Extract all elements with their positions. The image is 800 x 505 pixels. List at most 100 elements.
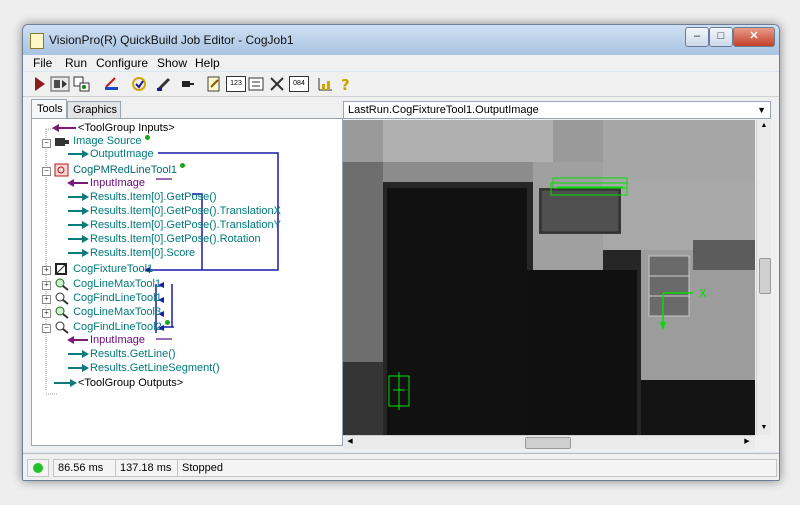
tree-item-get-line-segment[interactable]: Results.GetLineSegment()	[66, 362, 220, 374]
overlay-x-label: X	[699, 287, 707, 300]
tool-tree[interactable]: <ToolGroup Inputs> − Image Source Output…	[31, 118, 343, 446]
status-dot	[180, 163, 186, 168]
tree-item-line-max-1[interactable]: CogLineMaxTool1	[54, 277, 161, 291]
run-continuous-icon[interactable]	[50, 75, 70, 93]
tool-display-icon[interactable]	[73, 75, 91, 93]
expand-icon[interactable]: +	[42, 266, 51, 275]
tree-item-pm-tool[interactable]: CogPMRedLineTool1	[54, 163, 186, 177]
run-once-icon[interactable]	[31, 75, 49, 93]
pm-tool-icon	[54, 163, 69, 177]
expand-icon[interactable]: +	[42, 281, 51, 290]
scroll-up-icon[interactable]: ▲	[758, 120, 770, 132]
tree-label-fixture-tool: CogFixtureTool1	[73, 262, 154, 275]
vertical-scroll-thumb[interactable]	[759, 258, 771, 294]
output-arrow-icon	[68, 221, 89, 230]
output-arrow-icon	[68, 235, 89, 244]
tree-label-pm-tool: CogPMRedLineTool1	[73, 163, 178, 176]
tab-graphics[interactable]: Graphics	[67, 101, 121, 118]
expand-icon[interactable]: +	[42, 295, 51, 304]
edit-icon[interactable]	[155, 75, 173, 93]
inspection-image: X	[343, 120, 755, 435]
tree-item-input-image[interactable]: InputImage	[66, 177, 145, 189]
tree-label-input-image: InputImage	[90, 177, 146, 189]
menu-show[interactable]: Show	[157, 56, 187, 70]
tree-item-find-line-2[interactable]: CogFindLineTool2	[54, 320, 170, 334]
comment-icon[interactable]	[179, 75, 197, 93]
svg-text:?: ?	[341, 76, 350, 93]
edit-text-icon[interactable]	[205, 75, 223, 93]
tree-label-outputs: <ToolGroup Outputs>	[78, 377, 184, 389]
maximize-button[interactable]: □	[709, 27, 733, 47]
numeric-084-icon[interactable]: 084	[289, 76, 309, 92]
tree-label-get-line: Results.GetLine()	[90, 348, 176, 360]
input-arrow-icon	[67, 336, 88, 345]
tree-item-output-image[interactable]: OutputImage	[66, 148, 154, 160]
vertical-scrollbar[interactable]: ▲ ▼	[756, 120, 771, 435]
tree-item-find-line-1[interactable]: CogFindLineTool1	[54, 291, 162, 305]
status-indicator-icon	[33, 463, 43, 473]
number-123-icon[interactable]: 123	[226, 76, 246, 92]
image-select[interactable]: LastRun.CogFixtureTool1.OutputImage ▼	[343, 101, 771, 119]
menu-run[interactable]: Run	[65, 56, 87, 70]
scroll-left-icon[interactable]: ◀	[344, 436, 356, 448]
tree-item-fixture-tool[interactable]: CogFixtureTool1	[54, 262, 153, 276]
tree-label-translation-y: Results.Item[0].GetPose().TranslationY	[90, 219, 281, 231]
menu-file[interactable]: File	[33, 56, 52, 70]
menu-bar: File Run Configure Show Help	[23, 55, 779, 71]
tree-item-line-max-3[interactable]: CogLineMaxTool3	[54, 305, 161, 319]
line-max-icon	[55, 306, 69, 319]
collapse-icon[interactable]: −	[42, 139, 51, 148]
image-display[interactable]: X	[343, 120, 755, 435]
tree-label-line-max-1: CogLineMaxTool1	[73, 277, 162, 290]
tree-label-get-pose: Results.Item[0].GetPose()	[90, 191, 217, 203]
tree-item-image-source[interactable]: Image Source	[54, 135, 150, 147]
tree-item-translation-y[interactable]: Results.Item[0].GetPose().TranslationY	[66, 219, 281, 231]
tools-icon[interactable]	[268, 75, 286, 93]
output-arrow-icon	[54, 379, 77, 388]
tree-item-toolgroup-outputs[interactable]: <ToolGroup Outputs>	[52, 377, 183, 389]
tree-label-score: Results.Item[0].Score	[90, 247, 196, 259]
help-icon[interactable]: ?	[337, 75, 355, 93]
reset-icon[interactable]	[103, 75, 121, 93]
tree-label-image-source: Image Source	[73, 135, 142, 147]
screenshot-frame: VisionPro(R) QuickBuild Job Editor - Cog…	[0, 0, 800, 505]
camera-icon	[55, 138, 69, 147]
collapse-icon[interactable]: −	[42, 167, 51, 176]
chevron-down-icon: ▼	[757, 105, 766, 115]
checklist-icon[interactable]	[247, 75, 265, 93]
tree-item-rotation[interactable]: Results.Item[0].GetPose().Rotation	[66, 233, 261, 245]
statistics-icon[interactable]	[316, 75, 334, 93]
tree-label-translation-x: Results.Item[0].GetPose().TranslationX	[90, 205, 281, 217]
tree-item-get-pose[interactable]: Results.Item[0].GetPose()	[66, 191, 217, 203]
collapse-icon[interactable]: −	[42, 324, 51, 333]
tree-item-toolgroup-inputs[interactable]: <ToolGroup Inputs>	[52, 122, 175, 134]
close-button[interactable]: ✕	[733, 27, 775, 47]
horizontal-scroll-thumb[interactable]	[525, 437, 571, 449]
tree-label-line-max-3: CogLineMaxTool3	[73, 305, 162, 318]
tree-item-get-line[interactable]: Results.GetLine()	[66, 348, 176, 360]
app-window: VisionPro(R) QuickBuild Job Editor - Cog…	[22, 24, 780, 481]
scroll-right-icon[interactable]: ▶	[741, 436, 753, 448]
tree-item-translation-x[interactable]: Results.Item[0].GetPose().TranslationX	[66, 205, 281, 217]
menu-help[interactable]: Help	[195, 56, 220, 70]
fixture-tool-icon	[55, 263, 67, 275]
tree-label-get-line-segment: Results.GetLineSegment()	[90, 362, 220, 374]
tree-item-input-image-2[interactable]: InputImage	[66, 334, 145, 346]
line-max-icon	[55, 278, 69, 291]
minimize-button[interactable]: –	[685, 27, 709, 47]
status-bar: 86.56 ms 137.18 ms Stopped	[23, 453, 779, 480]
title-bar[interactable]: VisionPro(R) QuickBuild Job Editor - Cog…	[23, 25, 779, 55]
menu-configure[interactable]: Configure	[96, 56, 148, 70]
status-dot	[164, 320, 170, 325]
tree-item-score[interactable]: Results.Item[0].Score	[66, 247, 195, 259]
edit-script-icon[interactable]	[130, 75, 148, 93]
tree-label-find-line-1: CogFindLineTool1	[73, 291, 162, 304]
find-line-icon	[55, 292, 69, 305]
status-state: Stopped	[177, 459, 777, 477]
expand-icon[interactable]: +	[42, 309, 51, 318]
horizontal-scrollbar[interactable]: ◀ ▶	[343, 435, 755, 449]
tab-tools[interactable]: Tools	[31, 99, 67, 118]
input-arrow-icon	[67, 179, 88, 188]
find-line-icon	[55, 321, 69, 334]
scroll-down-icon[interactable]: ▼	[758, 422, 770, 434]
